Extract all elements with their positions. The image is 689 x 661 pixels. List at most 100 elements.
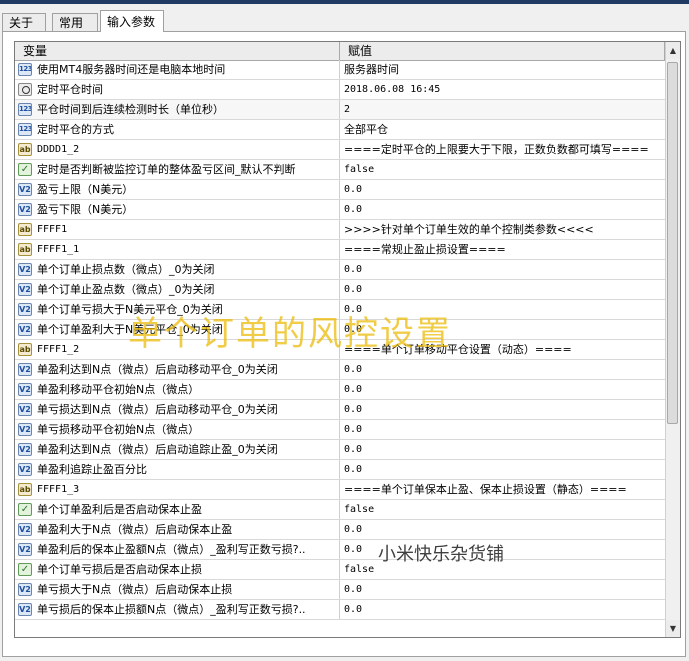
param-row[interactable]: V2 盈亏上限（N美元） 0.0 — [15, 180, 665, 200]
param-name: 单盈利移动平仓初始N点（微点） — [37, 383, 200, 396]
double-type-icon: V2 — [18, 183, 32, 196]
param-row[interactable]: 123 平仓时间到后连续检测时长（单位秒） 2 — [15, 100, 665, 120]
param-name: 单盈利追踪止盈百分比 — [37, 463, 147, 476]
param-name: 平仓时间到后连续检测时长（单位秒） — [37, 103, 224, 116]
double-type-icon: V2 — [18, 543, 32, 556]
param-row[interactable]: ✓ 定时是否判断被监控订单的整体盈亏区间_默认不判断 false — [15, 160, 665, 180]
param-value[interactable]: 2018.06.08 16:45 — [340, 80, 665, 99]
bool-type-icon: ✓ — [18, 563, 32, 576]
double-type-icon: V2 — [18, 323, 32, 336]
param-name: 单个订单盈利后是否启动保本止盈 — [37, 503, 202, 516]
integer-type-icon: 123 — [18, 103, 32, 116]
datetime-type-icon — [18, 83, 32, 96]
scroll-down-icon[interactable]: ▼ — [666, 620, 680, 637]
param-name-cell: 123 平仓时间到后连续检测时长（单位秒） — [15, 100, 340, 119]
param-row[interactable]: V2 单亏损后的保本止损额N点（微点）_盈利写正数亏损?.. 0.0 — [15, 600, 665, 620]
param-row[interactable]: V2 单盈利后的保本止盈额N点（微点）_盈利写正数亏损?.. 0.0 — [15, 540, 665, 560]
param-name: FFFF1 — [37, 224, 68, 235]
param-value[interactable]: 0.0 — [340, 380, 665, 399]
string-type-icon: ab — [18, 483, 32, 496]
scroll-up-icon[interactable]: ▲ — [666, 42, 680, 59]
window-top-border — [0, 0, 689, 4]
param-row[interactable]: V2 单亏损移动平仓初始N点（微点） 0.0 — [15, 420, 665, 440]
vertical-scrollbar[interactable]: ▲ ▼ — [665, 42, 680, 637]
scrollbar-thumb[interactable] — [667, 62, 678, 424]
param-name: 单个订单亏损后是否启动保本止损 — [37, 563, 202, 576]
param-value[interactable]: 0.0 — [340, 280, 665, 299]
param-value[interactable]: 0.0 — [340, 360, 665, 379]
tab-common[interactable]: 常用 — [52, 13, 98, 31]
param-value[interactable]: 0.0 — [340, 200, 665, 219]
param-name: FFFF1_2 — [37, 344, 80, 355]
param-value[interactable]: 0.0 — [340, 180, 665, 199]
param-value[interactable]: ====定时平仓的上限要大于下限，正数负数都可填写==== — [340, 140, 665, 159]
param-name: 盈亏下限（N美元） — [37, 203, 134, 216]
param-value[interactable]: 0.0 — [340, 260, 665, 279]
watermark-title: 单个订单的风控设置 — [128, 314, 452, 354]
param-name-cell: V2 单个订单止损点数（微点）_0为关闭 — [15, 260, 340, 279]
param-value[interactable]: 0.0 — [340, 400, 665, 419]
param-name: 单亏损移动平仓初始N点（微点） — [37, 423, 200, 436]
double-type-icon: V2 — [18, 303, 32, 316]
param-row[interactable]: ✓ 单个订单亏损后是否启动保本止损 false — [15, 560, 665, 580]
param-value[interactable]: 2 — [340, 100, 665, 119]
param-row[interactable]: ab DDDD1_2 ====定时平仓的上限要大于下限，正数负数都可填写==== — [15, 140, 665, 160]
string-type-icon: ab — [18, 243, 32, 256]
param-row[interactable]: V2 单亏损达到N点（微点）后启动移动平仓_0为关闭 0.0 — [15, 400, 665, 420]
bool-type-icon: ✓ — [18, 163, 32, 176]
param-name: 单亏损达到N点（微点）后启动移动平仓_0为关闭 — [37, 403, 278, 416]
string-type-icon: ab — [18, 143, 32, 156]
param-row[interactable]: V2 单盈利移动平仓初始N点（微点） 0.0 — [15, 380, 665, 400]
param-value[interactable]: 0.0 — [340, 600, 665, 619]
param-name: 定时平仓的方式 — [37, 123, 114, 136]
param-row[interactable]: ab FFFF1 >>>>针对单个订单生效的单个控制类参数<<<< — [15, 220, 665, 240]
double-type-icon: V2 — [18, 283, 32, 296]
param-name-cell: ✓ 单个订单盈利后是否启动保本止盈 — [15, 500, 340, 519]
param-value[interactable]: false — [340, 500, 665, 519]
param-name-cell: V2 单盈利后的保本止盈额N点（微点）_盈利写正数亏损?.. — [15, 540, 340, 559]
param-row[interactable]: V2 单盈利达到N点（微点）后启动移动平仓_0为关闭 0.0 — [15, 360, 665, 380]
param-name: 单盈利达到N点（微点）后启动追踪止盈_0为关闭 — [37, 443, 278, 456]
param-value[interactable]: 服务器时间 — [340, 60, 665, 79]
param-row[interactable]: V2 盈亏下限（N美元） 0.0 — [15, 200, 665, 220]
param-row[interactable]: V2 单盈利追踪止盈百分比 0.0 — [15, 460, 665, 480]
param-name: 单个订单止损点数（微点）_0为关闭 — [37, 263, 215, 276]
param-value[interactable]: 0.0 — [340, 440, 665, 459]
param-row[interactable]: V2 单个订单止盈点数（微点）_0为关闭 0.0 — [15, 280, 665, 300]
param-name: 定时平仓时间 — [37, 83, 103, 96]
tab-about[interactable]: 关于 — [2, 13, 46, 31]
param-name: 单亏损大于N点（微点）后启动保本止损 — [37, 583, 233, 596]
param-value[interactable]: ====常规止盈止损设置==== — [340, 240, 665, 259]
param-value[interactable]: 0.0 — [340, 580, 665, 599]
param-name-cell: V2 单盈利追踪止盈百分比 — [15, 460, 340, 479]
param-row[interactable]: V2 单盈利大于N点（微点）后启动保本止盈 0.0 — [15, 520, 665, 540]
param-value[interactable]: 0.0 — [340, 460, 665, 479]
param-row[interactable]: V2 单亏损大于N点（微点）后启动保本止损 0.0 — [15, 580, 665, 600]
param-name-cell: V2 单盈利移动平仓初始N点（微点） — [15, 380, 340, 399]
param-value[interactable]: >>>>针对单个订单生效的单个控制类参数<<<< — [340, 220, 665, 239]
column-header-variable[interactable]: 变量 — [15, 42, 340, 60]
param-name-cell: V2 单亏损后的保本止损额N点（微点）_盈利写正数亏损?.. — [15, 600, 340, 619]
param-row[interactable]: V2 单盈利达到N点（微点）后启动追踪止盈_0为关闭 0.0 — [15, 440, 665, 460]
param-row[interactable]: 123 定时平仓的方式 全部平仓 — [15, 120, 665, 140]
tab-inputs[interactable]: 输入参数 — [100, 10, 164, 32]
column-header-value[interactable]: 赋值 — [340, 42, 665, 60]
param-value[interactable]: 0.0 — [340, 420, 665, 439]
param-row[interactable]: ✓ 单个订单盈利后是否启动保本止盈 false — [15, 500, 665, 520]
param-value[interactable]: 全部平仓 — [340, 120, 665, 139]
param-value[interactable]: ====单个订单保本止盈、保本止损设置（静态）==== — [340, 480, 665, 499]
param-name: 盈亏上限（N美元） — [37, 183, 134, 196]
param-name-cell: V2 单亏损大于N点（微点）后启动保本止损 — [15, 580, 340, 599]
integer-type-icon: 123 — [18, 123, 32, 136]
double-type-icon: V2 — [18, 523, 32, 536]
param-row[interactable]: V2 单个订单止损点数（微点）_0为关闭 0.0 — [15, 260, 665, 280]
string-type-icon: ab — [18, 343, 32, 356]
param-row[interactable]: 123 使用MT4服务器时间还是电脑本地时间 服务器时间 — [15, 60, 665, 80]
param-name: FFFF1_1 — [37, 244, 80, 255]
param-name: 单盈利大于N点（微点）后启动保本止盈 — [37, 523, 233, 536]
param-value[interactable]: false — [340, 160, 665, 179]
param-row[interactable]: ab FFFF1_3 ====单个订单保本止盈、保本止损设置（静态）==== — [15, 480, 665, 500]
param-value[interactable]: 0.0 — [340, 520, 665, 539]
param-row[interactable]: ab FFFF1_1 ====常规止盈止损设置==== — [15, 240, 665, 260]
param-row[interactable]: 定时平仓时间 2018.06.08 16:45 — [15, 80, 665, 100]
